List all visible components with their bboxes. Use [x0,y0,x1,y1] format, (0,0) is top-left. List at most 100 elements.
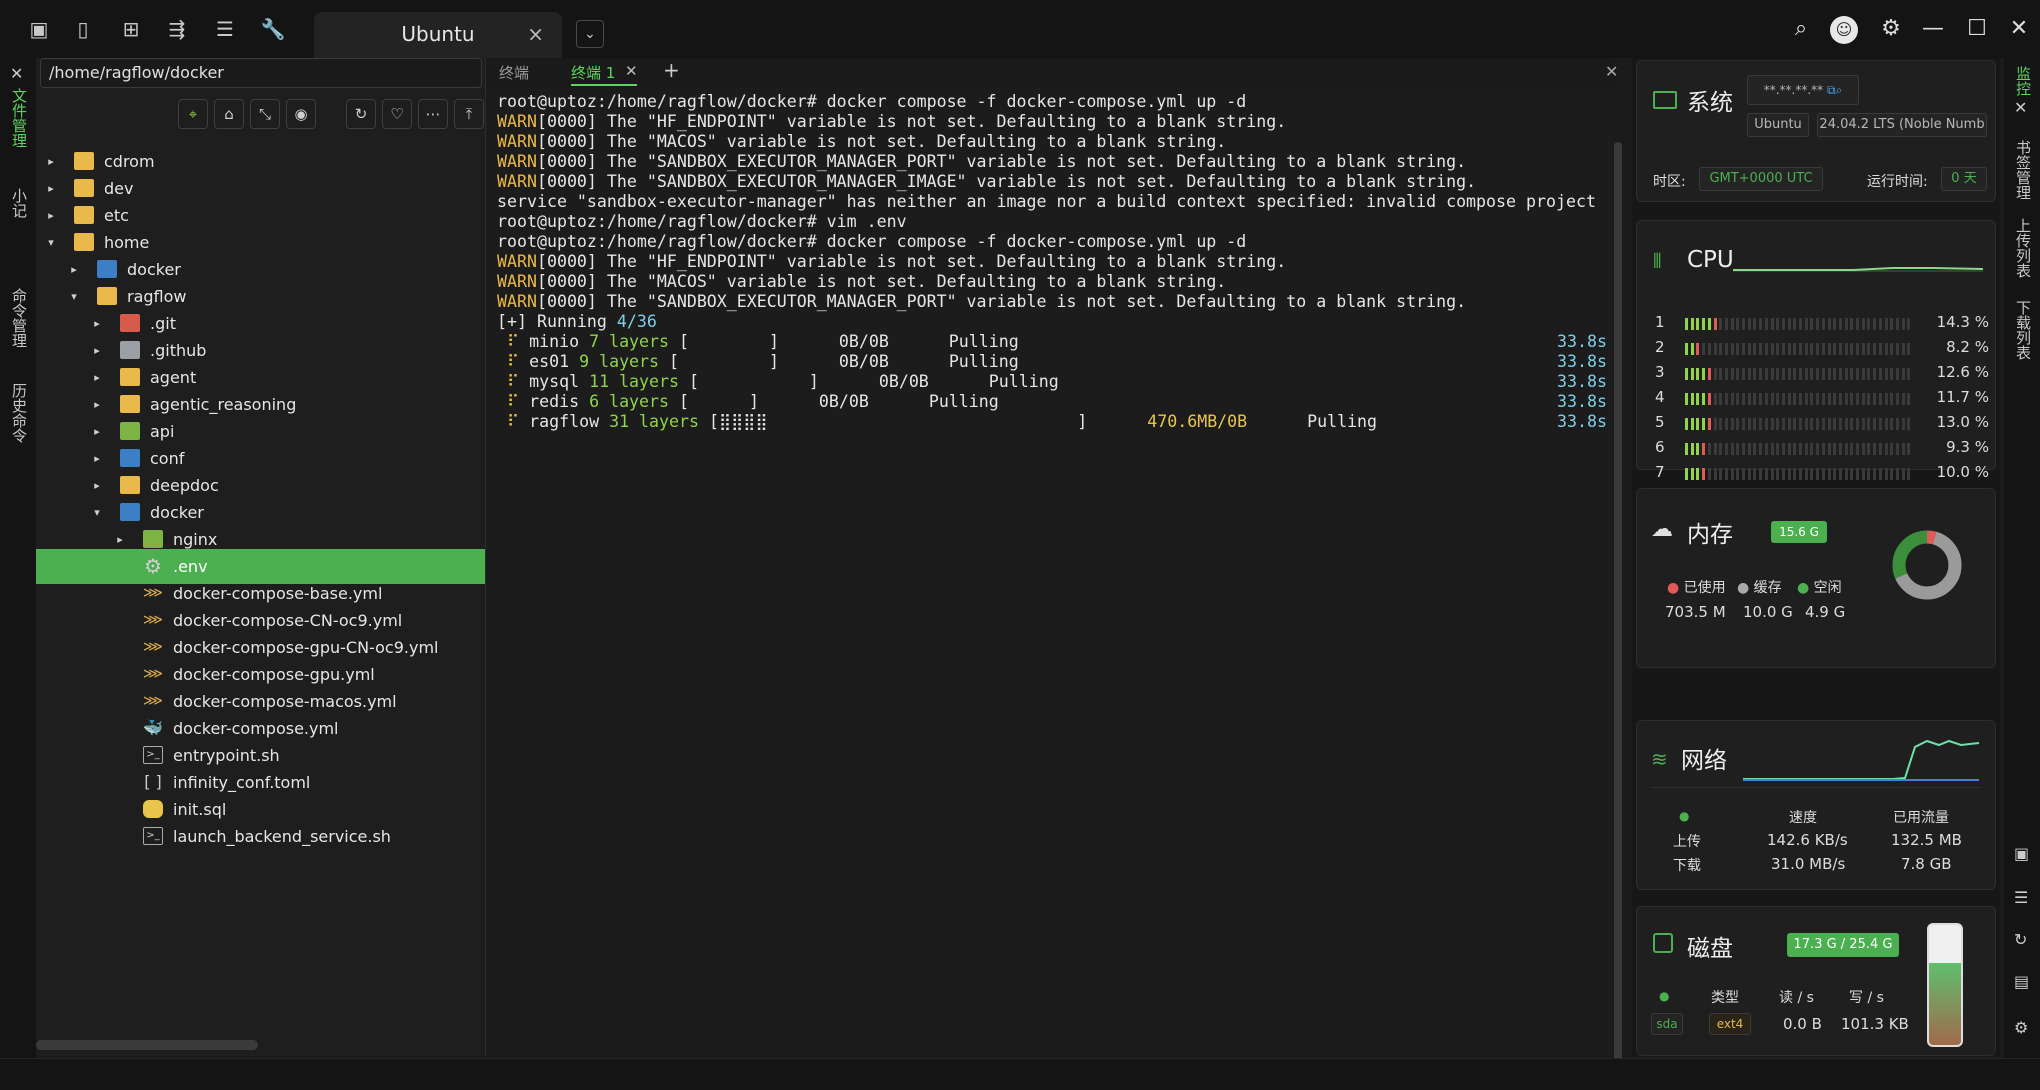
download-speed: 31.0 MB/s [1771,855,1846,873]
ip-chip[interactable]: **.**.**.** ⧉⌕ [1747,75,1859,105]
terminal-panel[interactable]: 终端 终端 1 ✕ + ✕ root@uptoz:/home/ragflow/d… [487,58,1622,1082]
cpu-core-percent: 10.0 % [1936,463,1989,481]
cloud-icon: ☁ [1651,517,1673,542]
term-icon: >_ [143,746,163,764]
home-icon[interactable]: ⌂ [214,99,244,129]
cpu-core-bar [1685,393,1915,405]
tab-terminal[interactable]: 终端 [499,62,529,83]
list-icon[interactable]: ☰ [212,16,238,42]
bookmark-icon[interactable]: ▯ [70,16,96,42]
service-name: minio [529,332,580,351]
memory-donut [1892,530,1962,600]
sidebar-item-bookmarks[interactable]: 书签管理 [2013,140,2034,200]
eye-icon[interactable]: ◉ [286,99,316,129]
warn-prefix: WARN [497,112,537,131]
pull-size: 470.6MB/0B [1147,412,1248,431]
close-icon[interactable]: ✕ [10,64,23,83]
toml-icon: [ ] [144,772,162,791]
running-prefix: [+] Running [497,312,617,331]
vertical-scrollbar[interactable] [1614,142,1622,1082]
warn-prefix: WARN [497,152,537,171]
yml-icon: ⋙ [143,666,163,682]
add-tab-button[interactable]: + [663,58,680,82]
spinner-icon: ⠏ [497,352,530,371]
folder-icon [120,476,140,494]
minimize-icon[interactable]: — [1918,14,1948,44]
save-icon[interactable]: ▤ [2014,972,2029,991]
pull-size: 0B/0B [818,392,869,411]
file-tree-item[interactable]: >_ launch_backend_service.sh [36,819,485,854]
gear-icon[interactable]: ⚙ [1876,14,1906,44]
terminal-text: [0000] The "MACOS" variable is not set. … [536,272,1227,291]
folder-blue-icon [120,449,140,467]
more-icon[interactable]: ⋯ [418,99,448,129]
pull-size: 0B/0B [838,352,889,371]
pull-row: ⠏ mysql 11 layers [ ] 0B/0B Pulling 33.8s [497,372,1607,392]
refresh-icon[interactable]: ↻ [346,99,376,129]
terminal-icon[interactable]: ▣ [26,16,52,42]
cpu-core-bar [1685,443,1915,455]
file-manager-panel: /home/ragflow/docker ⌖ ⌂ ⤡ ◉ ↻ ♡ ⋯ ⤒ ▸ cd… [36,58,486,1056]
sidebar-item-command-manager[interactable]: 命令管理 [9,288,30,348]
sidebar-item-history[interactable]: 历史命令 [9,383,30,443]
session-tab[interactable]: Ubuntu × [314,12,562,58]
copy-icon[interactable]: ⧉⌕ [1827,83,1842,97]
close-icon[interactable]: ✕ [625,62,638,80]
disk-gauge-fill [1929,963,1961,1045]
heart-icon[interactable]: ♡ [382,99,412,129]
list-icon[interactable]: ☰ [2014,888,2028,907]
upload-icon[interactable]: ⤒ [454,99,484,129]
refresh-icon[interactable]: ↻ [2014,930,2027,949]
terminal-icon[interactable]: ▣ [2014,844,2029,863]
cpu-icon: ⫴ [1653,249,1662,273]
locate-icon[interactable]: ⌖ [178,99,208,129]
split-icon[interactable]: ⇶ [164,16,190,42]
cpu-core-row: 1 14.3 % [1655,313,1997,333]
pull-row: ⠏ redis 6 layers [ ] 0B/0B Pulling 33.8s [497,392,1607,412]
db-icon [143,800,163,818]
folder-icon [74,152,94,170]
cpu-core-index: 1 [1655,313,1665,331]
sidebar-item-upload-list[interactable]: 上传列表 [2013,218,2034,278]
sidebar-item-download-list[interactable]: 下载列表 [2013,300,2034,360]
disk-read-header: 读 / s [1779,990,1814,1006]
close-icon[interactable]: ✕ [2014,98,2027,117]
cpu-core-bar [1685,343,1915,355]
terminal-line: root@uptoz:/home/ragflow/docker# vim .en… [497,212,1597,232]
wrench-icon[interactable]: 🔧 [260,16,286,42]
search-icon[interactable]: ⌕ [1786,14,1816,44]
sidebar-item-monitor[interactable]: 监控 [2013,66,2034,96]
progress-bar: [⣿⣿⣿⣿ ] [709,412,1088,431]
layout-icon[interactable]: ⊞ [118,16,144,42]
pull-size: 0B/0B [878,372,929,391]
layer-count: 11 layers [589,372,680,391]
gear-icon[interactable]: ⚙ [2014,1018,2028,1037]
horizontal-scrollbar[interactable] [36,1040,258,1050]
close-icon[interactable]: × [527,22,544,46]
network-title: 网络 [1681,748,1727,774]
terminal-tabs: 终端 终端 1 ✕ + [487,58,1613,88]
cpu-core-percent: 14.3 % [1936,313,1989,331]
cpu-core-percent: 9.3 % [1946,438,1989,456]
path-input[interactable]: /home/ragflow/docker [40,58,482,88]
cpu-core-row: 5 13.0 % [1655,413,1997,433]
cpu-core-index: 3 [1655,363,1665,381]
tab-terminal-1[interactable]: 终端 1 [571,62,615,83]
maximize-icon[interactable]: ☐ [1962,14,1992,44]
close-icon[interactable]: ✕ [1605,62,1618,81]
disk-gauge [1927,923,1963,1047]
disk-type-header: 类型 [1711,990,1739,1006]
tab-dropdown-button[interactable]: ⌄ [576,20,604,48]
running-line: [+] Running 4/36 [497,312,1597,332]
terminal-line: WARN[0000] The "SANDBOX_EXECUTOR_MANAGER… [497,152,1597,172]
collapse-icon[interactable]: ⤡ [250,99,280,129]
warn-prefix: WARN [497,172,537,191]
status-bar [0,1058,2040,1090]
avatar[interactable]: ☺ [1830,16,1858,44]
sidebar-item-file-manager[interactable]: 文件管理 [9,88,30,148]
terminal-text: [0000] The "MACOS" variable is not set. … [536,132,1227,151]
window-close-icon[interactable]: ✕ [2004,14,2034,44]
folder-grey-icon [120,341,140,359]
sidebar-item-notes[interactable]: 小记 [9,188,30,218]
terminal-line: WARN[0000] The "MACOS" variable is not s… [497,132,1597,152]
